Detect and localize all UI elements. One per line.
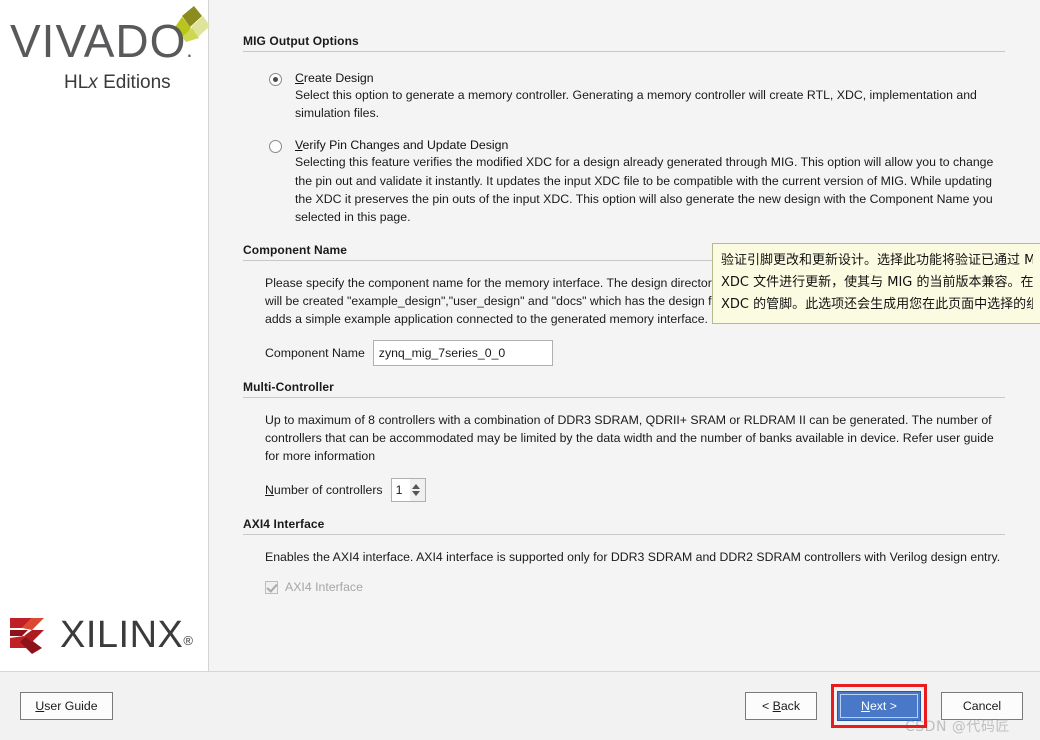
- component-name-label: Component Name: [265, 346, 365, 360]
- back-button[interactable]: < Back: [745, 692, 817, 720]
- csdn-watermark: CSDN @代码匠: [905, 719, 1010, 735]
- component-name-input[interactable]: zynq_mig_7series_0_0: [372, 340, 553, 366]
- section-divider: [243, 397, 1005, 398]
- vivado-edition-label: HLx Editions: [64, 72, 171, 93]
- tooltip-line-1: 验证引脚更改和更新设计。选择此功能将验证已通过 MIG 生成: [721, 253, 1033, 268]
- section-title-multi-controller: Multi-Controller: [243, 380, 334, 394]
- section-title-mig-output-options: MIG Output Options: [243, 34, 359, 48]
- radio-create-design[interactable]: [269, 73, 282, 86]
- radio-option-create-design[interactable]: Create Design Select this option to gene…: [243, 71, 1005, 122]
- tooltip-line-3: XDC 的管脚。此选项还会生成用您在此页面中选择的组件名称: [721, 297, 1033, 312]
- component-name-field-row: Component Name zynq_mig_7series_0_0: [265, 340, 1005, 366]
- xilinx-mark-icon: [10, 618, 44, 654]
- number-of-controllers-label: Number of controllers: [265, 483, 383, 497]
- wizard-content-panel: MIG Output Options Create Design Select …: [210, 0, 1040, 671]
- mig-wizard-window: VIVADO. HLx Editions XILINX® MIG Output …: [0, 0, 1040, 740]
- translation-tooltip: 验证引脚更改和更新设计。选择此功能将验证已通过 MIG 生成 XDC 文件进行更…: [712, 243, 1040, 324]
- section-title-axi4-interface: AXI4 Interface: [243, 517, 325, 531]
- chevron-down-icon[interactable]: [412, 491, 421, 496]
- axi4-description: Enables the AXI4 interface. AXI4 interfa…: [265, 550, 1001, 564]
- radio-verify-pin-changes[interactable]: [269, 140, 282, 154]
- multi-controller-description: Up to maximum of 8 controllers with a co…: [265, 413, 994, 463]
- user-guide-button[interactable]: User Guide: [20, 692, 113, 720]
- vivado-period: .: [186, 37, 194, 62]
- axi4-checkbox-row[interactable]: AXI4 Interface: [265, 580, 1005, 594]
- chevron-up-icon[interactable]: [412, 484, 421, 489]
- radio-description-verify-pin-changes: Selecting this feature verifies the modi…: [295, 155, 994, 225]
- radio-label-create-design: Create Design: [295, 71, 374, 85]
- radio-label-verify-pin-changes: Verify Pin Changes and Update Design: [295, 138, 509, 153]
- vivado-wordmark: VIVADO.: [10, 15, 194, 67]
- number-of-controllers-value[interactable]: 1: [392, 479, 410, 501]
- xilinx-wordmark: XILINX®: [60, 614, 194, 656]
- xilinx-logo: XILINX®: [8, 612, 203, 660]
- section-divider: [243, 51, 1005, 52]
- vivado-logo: VIVADO. HLx Editions: [8, 6, 210, 101]
- section-multi-controller: Multi-Controller Up to maximum of 8 cont…: [243, 380, 1005, 502]
- branding-sidebar: VIVADO. HLx Editions XILINX®: [0, 0, 210, 671]
- tooltip-line-2: XDC 文件进行更新，使其与 MIG 的当前版本兼容。在更新 XD: [721, 275, 1033, 290]
- number-of-controllers-row: Number of controllers 1: [265, 478, 1005, 502]
- axi4-interface-checkbox-label: AXI4 Interface: [285, 580, 363, 594]
- section-mig-output-options: MIG Output Options Create Design Select …: [243, 34, 1005, 226]
- number-of-controllers-stepper[interactable]: 1: [390, 478, 426, 502]
- radio-description-create-design: Select this option to generate a memory …: [295, 88, 977, 121]
- registered-trademark-icon: ®: [183, 633, 194, 648]
- stepper-buttons[interactable]: [409, 479, 425, 501]
- section-axi4-interface: AXI4 Interface Enables the AXI4 interfac…: [243, 517, 1005, 594]
- axi4-interface-checkbox[interactable]: [265, 580, 278, 594]
- section-divider: [243, 534, 1005, 535]
- radio-option-verify-pin-changes[interactable]: Verify Pin Changes and Update Design Sel…: [243, 138, 1005, 226]
